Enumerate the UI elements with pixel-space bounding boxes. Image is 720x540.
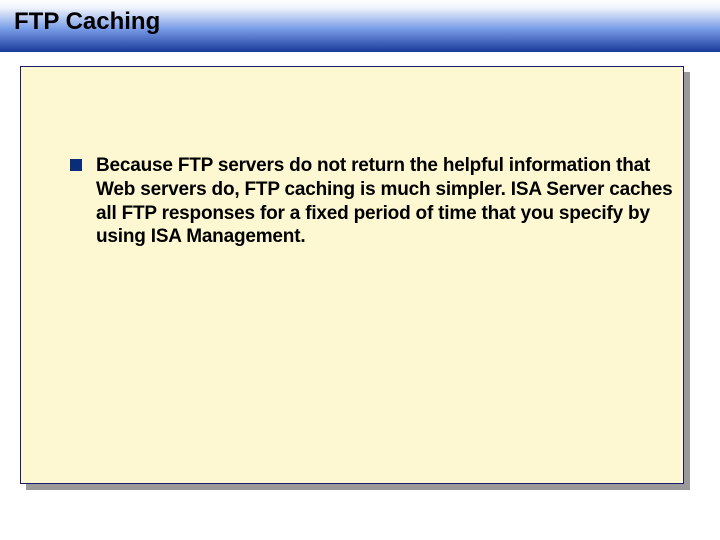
slide-title: FTP Caching <box>14 8 160 36</box>
title-bar: FTP Caching <box>0 0 720 52</box>
content-box <box>20 66 684 484</box>
bullet-item: Because FTP servers do not return the he… <box>70 154 690 249</box>
bullet-square-icon <box>70 159 82 171</box>
bullet-text: Because FTP servers do not return the he… <box>96 154 690 249</box>
